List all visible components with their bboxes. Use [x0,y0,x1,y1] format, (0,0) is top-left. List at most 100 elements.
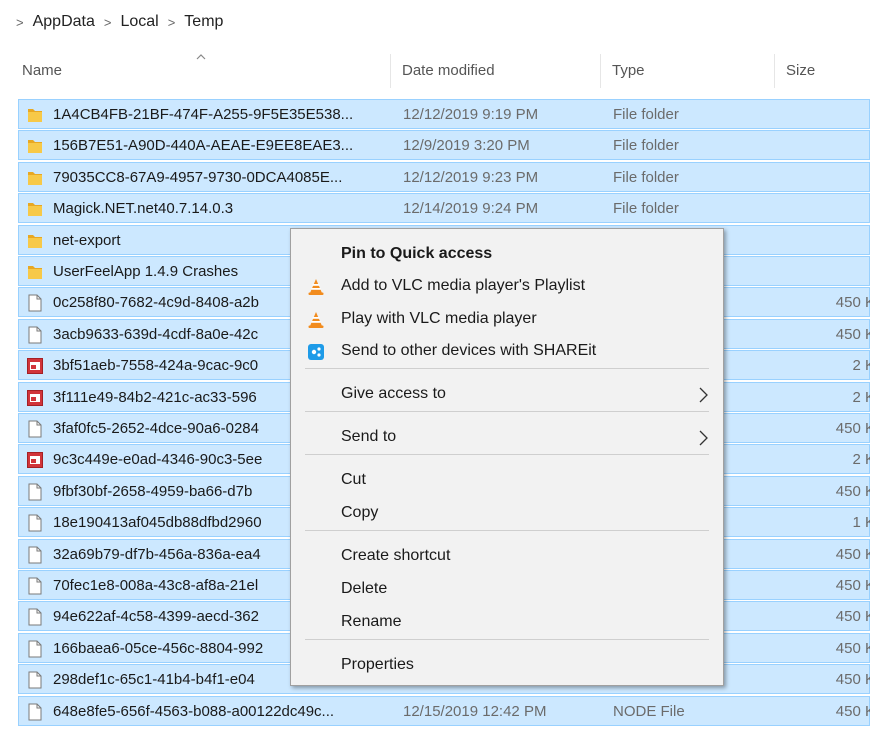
menu-item-create-shortcut[interactable]: Create shortcut [291,541,723,573]
menu-separator [305,411,709,412]
file-icon [28,420,42,438]
file-icon [28,294,42,312]
column-header-size[interactable]: Size [786,62,815,79]
file-size: 450 K [835,577,870,594]
file-type: File folder [613,137,679,155]
column-header-type[interactable]: Type [612,62,645,79]
menu-item-label: Play with VLC media player [341,310,537,327]
file-size: 2 K [852,451,870,469]
menu-item-cut[interactable]: Cut [291,465,723,497]
menu-item-properties[interactable]: Properties [291,650,723,682]
vlc-icon [308,312,324,328]
file-size: 450 K [835,608,870,626]
column-header-date[interactable]: Date modified [402,62,495,79]
folder-icon [28,109,42,122]
folder-icon [28,203,42,217]
menu-item-label: Send to [341,428,397,445]
menu-separator [305,454,709,455]
breadcrumb-separator-icon[interactable]: > [104,15,112,30]
menu-separator [305,639,709,640]
menu-item-play-with-vlc-media-player[interactable]: Play with VLC media player [291,304,723,336]
file-date-modified: 12/12/2019 9:19 PM [403,106,539,123]
column-divider[interactable] [774,54,775,88]
menu-item-give-access-to[interactable]: Give access to [291,379,723,411]
file-icon [28,640,42,658]
menu-item-send-to-other-devices-with-shareit[interactable]: Send to other devices with SHAREit [291,336,723,368]
file-name: 156B7E51-A90D-440A-AEAE-E9EE8EAE3... [53,137,354,155]
file-date-modified: 12/14/2019 9:24 PM [403,200,539,218]
menu-item-add-to-vlc-media-player-s-playlist[interactable]: Add to VLC media player's Playlist [291,271,723,303]
column-header-name[interactable]: Name [22,62,62,79]
file-size: 1 K [852,514,870,532]
file-size: 2 K [852,357,870,375]
file-row[interactable]: 79035CC8-67A9-4957-9730-0DCA4085E... 12/1… [18,161,870,192]
shareit-icon [308,344,324,360]
file-type: NODE File [613,702,685,720]
vlc-icon [308,279,324,295]
folder-icon [28,234,42,248]
sort-ascending-icon [196,54,206,60]
file-row[interactable]: Magick.NET.net40.7.14.0.3 12/14/2019 9:24… [18,193,870,224]
file-size: 450 K [835,545,870,563]
file-row[interactable]: 648e8fe5-656f-4563-b088-a00122dc49c... 12… [18,695,870,726]
file-size: 450 K [835,482,870,500]
file-icon [28,671,42,689]
context-menu: Pin to Quick access Add to VLC media play… [290,228,724,686]
menu-item-label: Give access to [341,385,446,402]
file-row[interactable]: 156B7E51-A90D-440A-AEAE-E9EE8EAE3... 12/9… [18,130,870,161]
file-size: 450 K [835,294,870,312]
file-size: 450 K [835,639,870,657]
menu-item-label: Properties [341,656,414,673]
image-file-icon [27,358,43,375]
file-type: File folder [613,168,679,186]
column-header: Name Date modified Type Size [0,44,870,94]
file-size: 450 K [835,702,870,720]
breadcrumb-item-appdata[interactable]: AppData [33,13,95,31]
file-row[interactable]: 1A4CB4FB-21BF-474F-A255-9F5E35E538... 12/… [18,99,870,129]
folder-icon [28,140,42,154]
file-name: Magick.NET.net40.7.14.0.3 [53,200,234,218]
file-icon [28,326,42,344]
menu-item-label: Cut [341,471,366,488]
image-file-icon [27,452,43,469]
breadcrumb-separator-icon[interactable]: > [168,15,176,30]
menu-item-copy[interactable]: Copy [291,498,723,530]
column-divider[interactable] [390,54,391,88]
file-icon [28,546,42,564]
menu-item-delete[interactable]: Delete [291,574,723,606]
breadcrumb: > AppData > Local > Temp [0,0,870,44]
file-name: 79035CC8-67A9-4957-9730-0DCA4085E... [53,168,343,186]
file-size: 2 K [852,388,870,406]
menu-item-label: Delete [341,580,388,597]
menu-item-send-to[interactable]: Send to [291,422,723,454]
image-file-icon [27,389,43,406]
folder-icon [28,266,42,279]
menu-item-label: Create shortcut [341,547,451,564]
file-date-modified: 12/15/2019 12:42 PM [403,702,547,720]
breadcrumb-item-temp[interactable]: Temp [184,13,223,31]
menu-item-label: Rename [341,613,402,630]
menu-item-label: Add to VLC media player's Playlist [341,277,586,294]
menu-item-pin-to-quick-access[interactable]: Pin to Quick access [291,239,723,271]
breadcrumb-expand-icon[interactable]: > [16,15,24,30]
file-name: 648e8fe5-656f-4563-b088-a00122dc49c... [53,702,335,720]
folder-icon [28,171,42,185]
breadcrumb-item-local[interactable]: Local [120,13,158,31]
file-icon [28,483,42,501]
file-size: 450 K [835,325,870,343]
menu-item-rename[interactable]: Rename [291,607,723,639]
file-date-modified: 12/9/2019 3:20 PM [403,137,530,155]
column-divider[interactable] [600,54,601,88]
file-name: 1A4CB4FB-21BF-474F-A255-9F5E35E538... [53,106,354,123]
file-icon [28,577,42,595]
chevron-right-icon [699,430,708,446]
file-type: File folder [613,200,679,218]
file-size: 450 K [835,671,870,689]
file-size: 450 K [835,420,870,437]
file-icon [28,514,42,532]
file-type: File folder [613,106,679,123]
file-icon [28,703,42,721]
menu-item-label: Pin to Quick access [341,245,493,262]
chevron-right-icon [699,387,708,403]
file-icon [28,608,42,626]
